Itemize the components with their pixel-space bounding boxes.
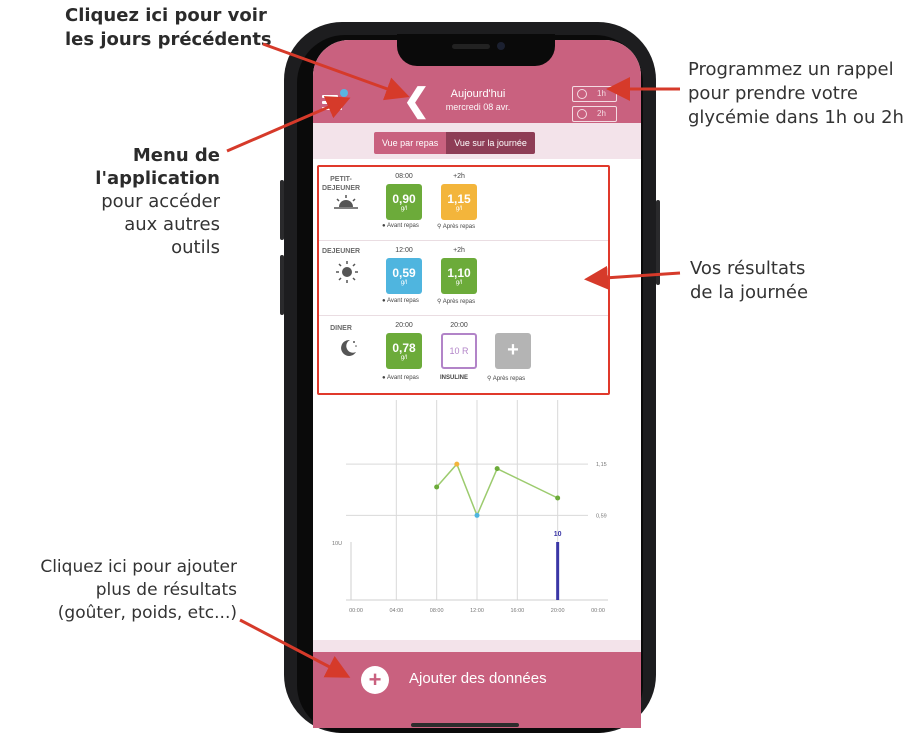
- arrow-menu: [226, 96, 351, 153]
- arrow-results: [584, 265, 681, 290]
- arrow-previous-days: [262, 42, 410, 101]
- arrow-add-more: [239, 618, 351, 678]
- annotation-arrows: [226, 42, 681, 678]
